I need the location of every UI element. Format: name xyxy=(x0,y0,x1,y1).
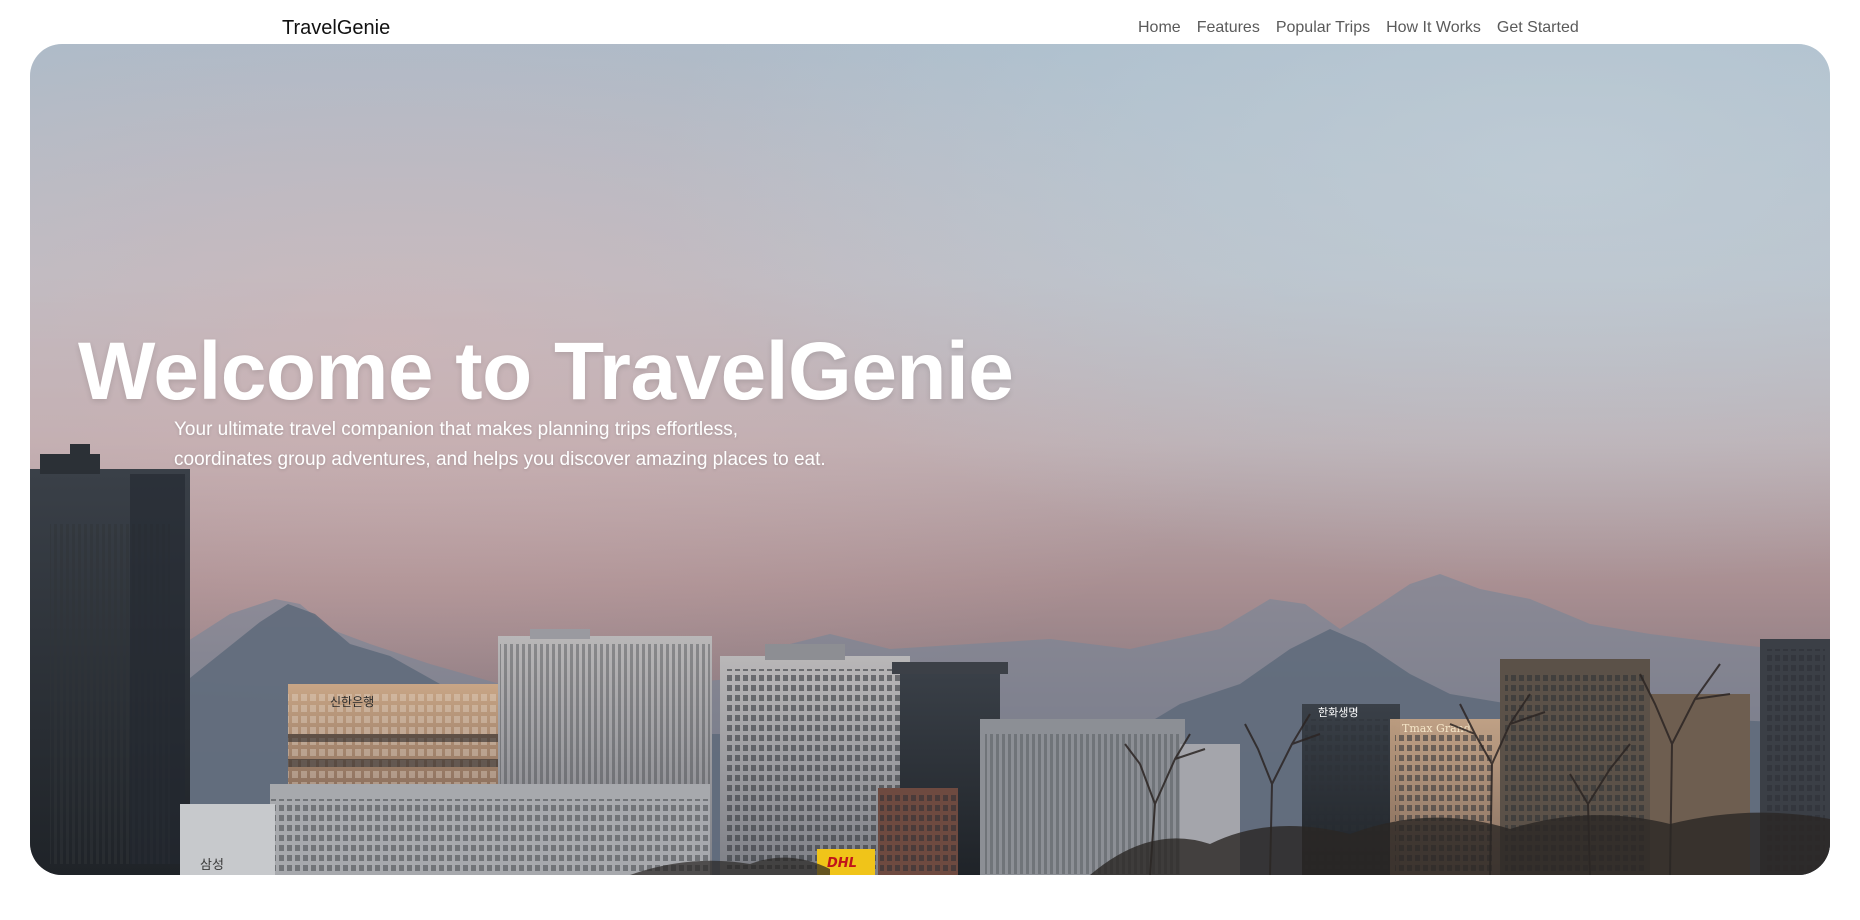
top-navbar: TravelGenie Home Features Popular Trips … xyxy=(0,0,1860,44)
nav-link-how-it-works[interactable]: How It Works xyxy=(1386,18,1481,38)
nav-link-features[interactable]: Features xyxy=(1197,18,1260,38)
insurer-sign: 한화생명 xyxy=(1318,706,1358,719)
nav-link-home[interactable]: Home xyxy=(1138,18,1181,38)
bank-sign: 신한은행 xyxy=(330,694,374,709)
hero-title: Welcome to TravelGenie xyxy=(78,326,1014,417)
hero-subtitle-line-1: Your ultimate travel companion that make… xyxy=(174,419,738,440)
nav-link-popular-trips[interactable]: Popular Trips xyxy=(1276,18,1370,38)
dhl-sign: DHL xyxy=(827,856,857,871)
street-sign: 삼성 xyxy=(200,858,224,873)
nav-link-get-started[interactable]: Get Started xyxy=(1497,18,1579,38)
hero-subtitle: Your ultimate travel companion that make… xyxy=(174,415,894,475)
brand-logo-text[interactable]: TravelGenie xyxy=(282,16,390,40)
hero-section: 신한은행 삼성 DHL 한화생명 Tmax Grand Welcome to T… xyxy=(30,44,1830,875)
nav-links: Home Features Popular Trips How It Works… xyxy=(1138,18,1579,38)
hero-subtitle-line-2: coordinates group adventures, and helps … xyxy=(174,449,826,470)
